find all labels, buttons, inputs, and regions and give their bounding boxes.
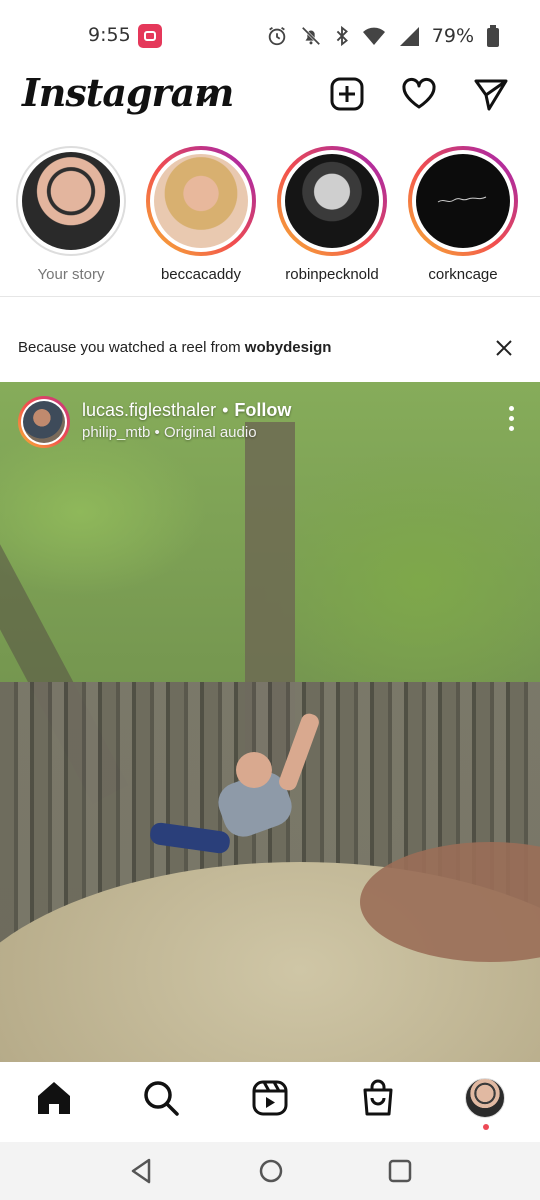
reel-separator: • [222,400,229,420]
back-icon[interactable] [127,1156,157,1186]
status-bar: 9:55 79% [0,0,540,70]
home-icon[interactable] [34,1078,74,1118]
story-robinpecknold[interactable]: robinpecknold [276,146,388,283]
story-username: corkncage [428,266,498,283]
chevron-down-icon[interactable] [196,90,214,104]
reel-audio-line[interactable]: philip_mtb • Original audio [82,424,257,441]
reel-username[interactable]: lucas.figlesthaler [82,400,216,420]
battery-icon [487,25,499,47]
alarm-icon [268,26,286,46]
story-username: robinpecknold [285,266,379,283]
signal-icon [399,27,419,46]
direct-message-icon[interactable] [473,76,509,112]
recents-icon[interactable] [385,1156,415,1186]
suggestion-prefix: Because you watched a reel from [18,339,245,356]
story-ring [16,146,126,256]
search-icon[interactable] [141,1078,181,1118]
profile-avatar[interactable] [465,1078,505,1118]
follow-button[interactable]: Follow [234,400,291,420]
story-your-story[interactable]: Your story [15,146,127,283]
heart-icon[interactable] [401,76,437,112]
mute-icon [301,26,320,46]
avatar [22,152,120,250]
story-username: Your story [37,266,105,283]
home-circle-icon[interactable] [256,1156,286,1186]
reels-icon[interactable] [250,1078,290,1118]
story-ring [146,146,256,256]
story-corkncage[interactable]: corkncage [407,146,519,283]
stories-tray: Your story beccacaddy robinpecknold cork… [0,146,540,296]
status-time: 9:55 [88,24,131,46]
reel-author-avatar[interactable] [18,396,70,448]
screen-record-icon [138,24,162,48]
suggestion-text: Because you watched a reel from wobydesi… [18,339,331,356]
reel-header: lucas.figlesthaler • Follow philip_mtb • O… [18,396,528,456]
story-ring [277,146,387,256]
system-nav [0,1142,540,1200]
avatar [285,154,379,248]
corkncage-logo-icon [437,196,487,203]
story-username: beccacaddy [160,266,242,283]
suggestion-banner: Because you watched a reel from wobydesi… [18,330,522,366]
close-icon[interactable] [494,338,514,358]
more-options-icon[interactable] [506,406,516,438]
reel-scene-rider-head [236,752,272,788]
app-header: Instagram [0,70,540,130]
new-post-icon[interactable] [329,76,365,112]
avatar [154,154,248,248]
reel-video[interactable]: lucas.figlesthaler • Follow philip_mtb • O… [0,382,540,1062]
reel-author-line: lucas.figlesthaler • Follow [82,400,291,421]
story-ring [408,146,518,256]
divider [0,296,540,297]
status-icons: 79% [266,22,500,50]
bottom-nav [0,1062,540,1142]
bluetooth-icon [336,25,348,47]
notification-dot [483,1124,489,1130]
story-beccacaddy[interactable]: beccacaddy [145,146,257,283]
avatar [416,154,510,248]
reel-audio-account: philip_mtb [82,424,151,441]
wifi-icon [362,27,385,45]
reel-audio-separator: • [154,424,160,441]
shop-icon[interactable] [358,1078,398,1118]
suggestion-account[interactable]: wobydesign [245,339,332,356]
battery-percent: 79% [431,25,474,47]
reel-audio-label: Original audio [163,424,257,441]
